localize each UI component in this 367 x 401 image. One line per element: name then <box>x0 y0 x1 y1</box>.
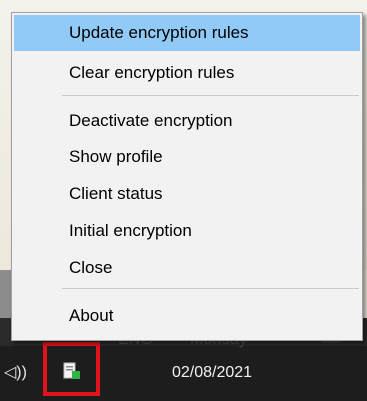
menu-item-deactivate-encryption[interactable]: Deactivate encryption <box>14 103 360 139</box>
menu-item-initial-encryption[interactable]: Initial encryption <box>14 213 360 249</box>
menu-item-about[interactable]: About <box>14 298 360 334</box>
encryption-client-tray-icon[interactable] <box>63 362 81 380</box>
menu-separator <box>62 288 359 289</box>
menu-separator <box>62 95 359 96</box>
menu-item-close[interactable]: Close <box>14 250 360 286</box>
menu-item-show-profile[interactable]: Show profile <box>14 139 360 175</box>
menu-item-update-encryption-rules[interactable]: Update encryption rules <box>14 15 360 51</box>
speaker-volume-icon[interactable]: ◁)) <box>4 362 27 382</box>
tray-context-menu: Update encryption rules Clear encryption… <box>11 12 363 341</box>
menu-item-client-status[interactable]: Client status <box>14 176 360 212</box>
menu-item-clear-encryption-rules[interactable]: Clear encryption rules <box>14 55 360 91</box>
taskbar-date[interactable]: 02/08/2021 <box>172 364 252 382</box>
